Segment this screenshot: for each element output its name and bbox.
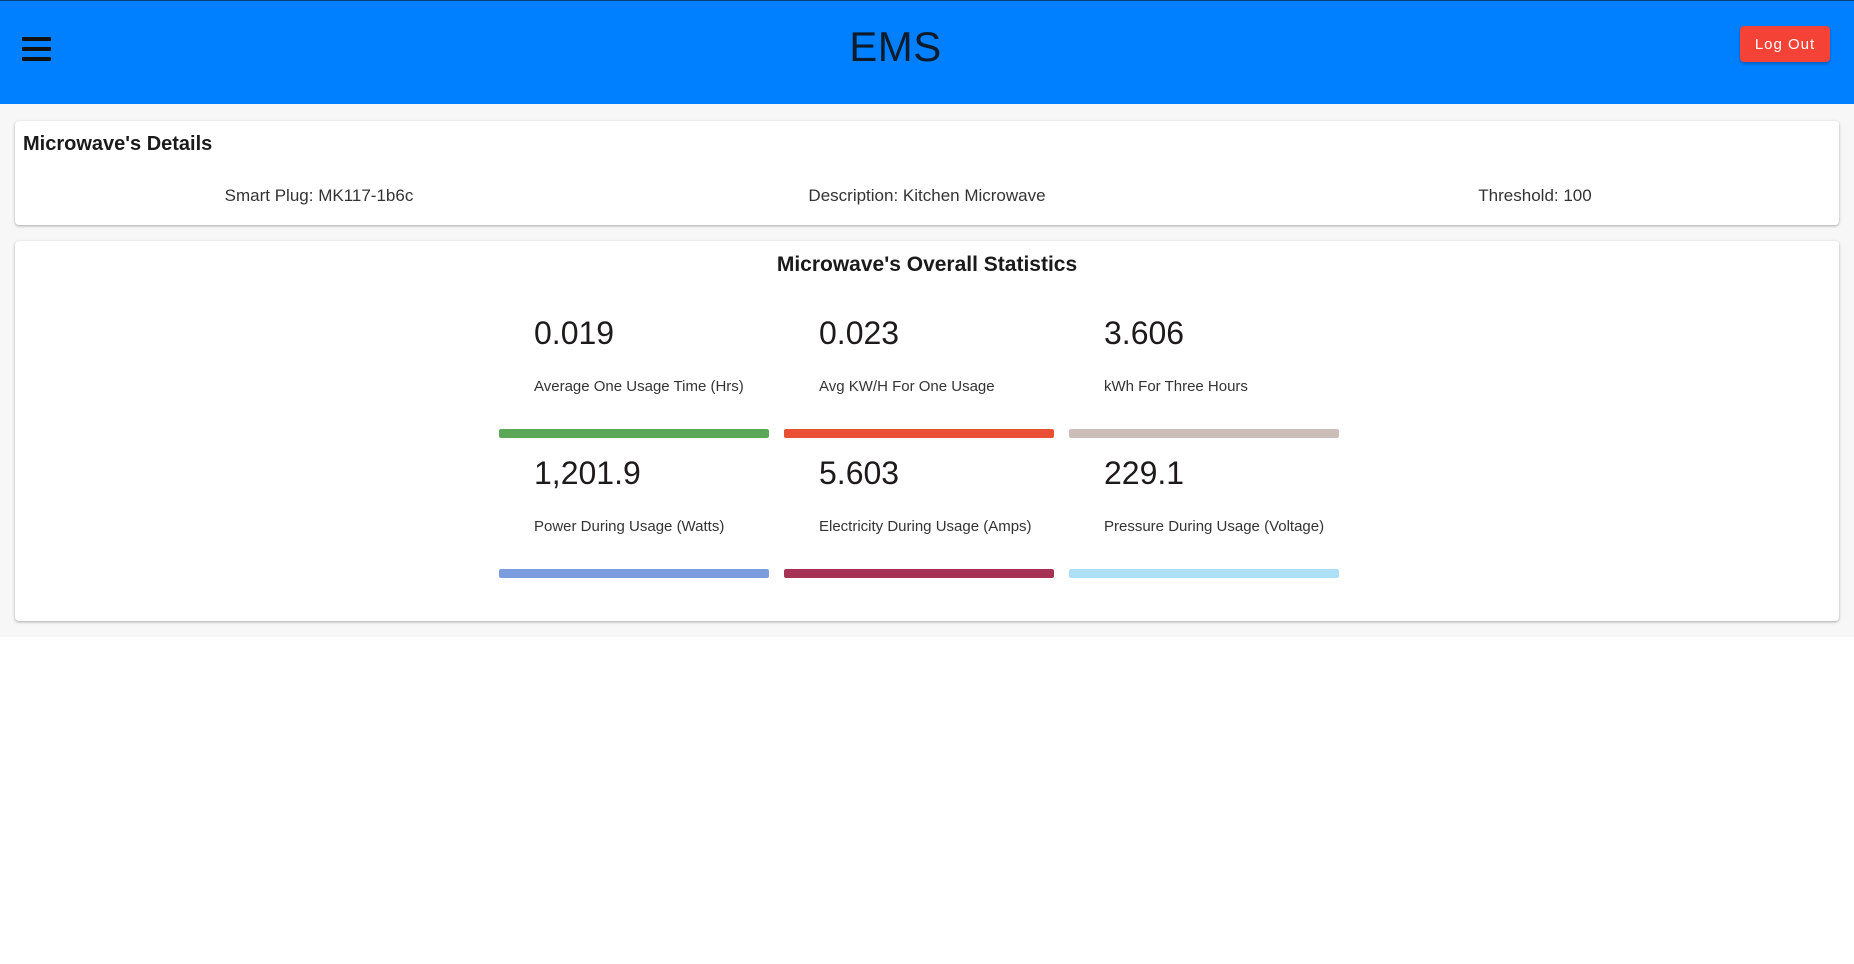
- stats-grid: 0.019 Average One Usage Time (Hrs) 0.023…: [499, 301, 1355, 581]
- stat-progress-fill: [784, 569, 1054, 578]
- app-title: EMS: [849, 23, 942, 70]
- stat-progress-fill: [1069, 569, 1339, 578]
- stat-card: 3.606 kWh For Three Hours: [1069, 301, 1339, 441]
- stat-card: 1,201.9 Power During Usage (Watts): [499, 441, 769, 581]
- stat-value: 1,201.9: [534, 455, 641, 491]
- stat-card: 0.023 Avg KW/H For One Usage: [784, 301, 1054, 441]
- stat-progress-bar: [499, 429, 769, 438]
- details-row: Smart Plug: MK117-1b6c Description: Kitc…: [15, 186, 1839, 206]
- stat-progress-bar: [1069, 569, 1339, 578]
- stat-card: 5.603 Electricity During Usage (Amps): [784, 441, 1054, 581]
- stat-progress-bar: [784, 569, 1054, 578]
- stat-card: 0.019 Average One Usage Time (Hrs): [499, 301, 769, 441]
- stat-label: Pressure During Usage (Voltage): [1104, 518, 1325, 535]
- stat-value: 3.606: [1104, 315, 1185, 351]
- stat-progress-bar: [499, 569, 769, 578]
- details-title: Microwave's Details: [23, 133, 213, 155]
- stat-value: 229.1: [1104, 455, 1185, 491]
- stat-progress-fill: [499, 429, 769, 438]
- description-text: Description: Kitchen Microwave: [808, 186, 1046, 205]
- stat-value: 0.023: [819, 315, 900, 351]
- stat-progress-fill: [784, 429, 1054, 438]
- stat-progress-bar: [784, 429, 1054, 438]
- stat-progress-fill: [499, 569, 769, 578]
- stat-label: Average One Usage Time (Hrs): [534, 378, 744, 395]
- stat-progress-bar: [1069, 429, 1339, 438]
- threshold-text: Threshold: 100: [1478, 186, 1592, 205]
- app-bar: EMS Log Out: [0, 0, 1854, 104]
- stat-label: Avg KW/H For One Usage: [819, 378, 995, 395]
- stats-card: Microwave's Overall Statistics 0.019 Ave…: [15, 241, 1839, 621]
- stat-label: Power During Usage (Watts): [534, 518, 725, 535]
- smart-plug-text: Smart Plug: MK117-1b6c: [224, 186, 414, 205]
- logout-button[interactable]: Log Out: [1740, 26, 1830, 62]
- stats-title: Microwave's Overall Statistics: [776, 253, 1078, 276]
- stat-value: 5.603: [819, 455, 900, 491]
- stat-label: kWh For Three Hours: [1104, 378, 1248, 395]
- stat-label: Electricity During Usage (Amps): [819, 518, 1032, 535]
- details-card: Microwave's Details Smart Plug: MK117-1b…: [15, 121, 1839, 225]
- stat-progress-fill: [1069, 429, 1339, 438]
- stat-card: 229.1 Pressure During Usage (Voltage): [1069, 441, 1339, 581]
- stat-value: 0.019: [534, 315, 615, 351]
